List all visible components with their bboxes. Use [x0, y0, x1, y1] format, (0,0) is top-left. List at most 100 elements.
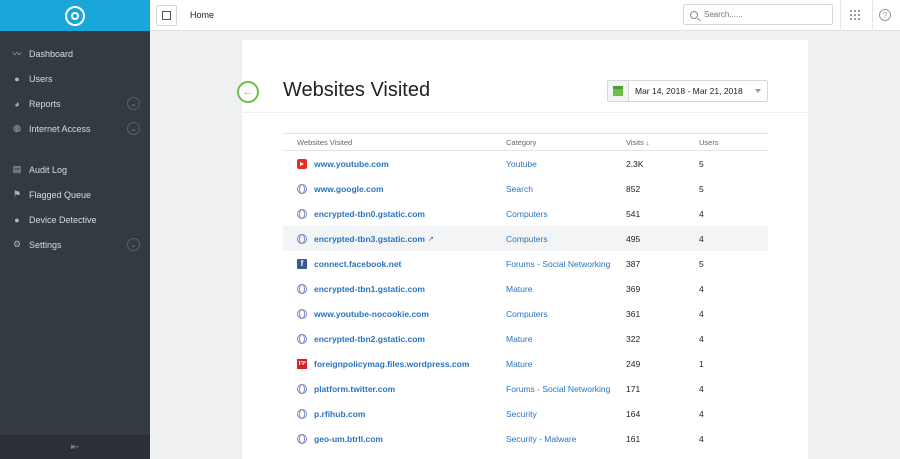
category-link[interactable]: Computers: [506, 209, 548, 219]
category-link[interactable]: Mature: [506, 359, 532, 369]
category-link[interactable]: Youtube: [506, 159, 537, 169]
site-link[interactable]: www.youtube.com: [314, 159, 389, 169]
table-row[interactable]: www.google.com Search 852 5: [283, 176, 768, 201]
websites-table: Websites Visited Category Visits ↓ Users…: [283, 133, 768, 451]
logo-icon[interactable]: [65, 5, 85, 26]
table-row[interactable]: p.rfihub.com Security 164 4: [283, 401, 768, 426]
caret-down-icon: [755, 89, 761, 93]
site-link[interactable]: connect.facebook.net: [314, 259, 401, 269]
help-icon[interactable]: ?: [879, 9, 891, 21]
collapse-sidebar-button[interactable]: ⇤: [0, 435, 150, 459]
site-link[interactable]: foreignpolicymag.files.wordpress.com: [314, 359, 469, 369]
table-header: Websites Visited Category Visits ↓ Users: [283, 133, 768, 151]
sidebar-item-label: Dashboard: [29, 48, 74, 59]
copy-button[interactable]: [156, 5, 177, 26]
page-title: Websites Visited: [283, 79, 431, 101]
site-link[interactable]: encrypted-tbn1.gstatic.com: [314, 284, 425, 294]
sidebar-item-dashboard[interactable]: 〰 Dashboard: [0, 41, 150, 66]
sidebar-item-settings[interactable]: ⚙ Settings ⌄: [0, 232, 150, 257]
users-value: 5: [699, 158, 704, 169]
sidebar-item-device-detective[interactable]: ● Device Detective: [0, 207, 150, 232]
sidebar-item-internet-access[interactable]: ◍ Internet Access ⌄: [0, 116, 150, 141]
category-link[interactable]: Computers: [506, 309, 548, 319]
table-row[interactable]: f connect.facebook.net Forums - Social Ne…: [283, 251, 768, 276]
external-link-icon[interactable]: ↗: [428, 235, 434, 243]
sidebar-item-label: Audit Log: [29, 164, 68, 175]
category-link[interactable]: Search: [506, 184, 533, 194]
users-value: 4: [699, 208, 704, 219]
sidebar-item-users[interactable]: ● Users: [0, 66, 150, 91]
globe-icon: [297, 283, 307, 294]
column-header-category[interactable]: Category: [506, 138, 626, 147]
users-value: 4: [699, 283, 704, 294]
table-row[interactable]: encrypted-tbn3.gstatic.com ↗ Computers 49…: [283, 226, 768, 251]
visits-value: 495: [626, 233, 641, 244]
globe-icon: [297, 308, 307, 319]
visits-value: 387: [626, 258, 641, 269]
date-range-picker[interactable]: Mar 14, 2018 - Mar 21, 2018: [607, 80, 768, 102]
category-link[interactable]: Computers: [506, 234, 548, 244]
globe-icon: [297, 433, 307, 444]
table-row[interactable]: platform.twitter.com Forums - Social Net…: [283, 376, 768, 401]
sidebar-item-reports[interactable]: ◕ Reports ⌄: [0, 91, 150, 116]
site-link[interactable]: www.youtube-nocookie.com: [314, 309, 429, 319]
chevron-down-icon[interactable]: ⌄: [127, 122, 140, 135]
visits-value: 852: [626, 183, 641, 194]
category-link[interactable]: Forums - Social Networking: [506, 259, 610, 269]
site-link[interactable]: encrypted-tbn3.gstatic.com: [314, 234, 425, 244]
sidebar-item-audit-log[interactable]: ▤ Audit Log: [0, 157, 150, 182]
site-link[interactable]: geo-um.btrll.com: [314, 434, 383, 444]
globe-icon: ◍: [13, 123, 21, 133]
back-button[interactable]: ←: [237, 81, 259, 103]
column-header-visits[interactable]: Visits ↓: [626, 138, 699, 147]
sidebar-item-label: Flagged Queue: [29, 189, 92, 200]
fp-icon: FP: [297, 358, 307, 369]
category-link[interactable]: Forums - Social Networking: [506, 384, 610, 394]
search-box[interactable]: [683, 4, 833, 25]
globe-icon: [297, 333, 307, 344]
sidebar: 〰 Dashboard ● Users ◕ Reports ⌄ ◍ Intern…: [0, 0, 150, 459]
category-link[interactable]: Mature: [506, 284, 532, 294]
globe-icon: [297, 183, 307, 194]
table-row[interactable]: geo-um.btrll.com Security - Malware 161 …: [283, 426, 768, 451]
site-link[interactable]: encrypted-tbn2.gstatic.com: [314, 334, 425, 344]
breadcrumb[interactable]: Home: [190, 10, 214, 20]
users-value: 4: [699, 233, 704, 244]
category-link[interactable]: Security: [506, 409, 537, 419]
category-link[interactable]: Security - Malware: [506, 434, 576, 444]
chart-line-icon: 〰: [12, 49, 22, 59]
sidebar-item-flagged-queue[interactable]: ⚑ Flagged Queue: [0, 182, 150, 207]
table-row[interactable]: FP foreignpolicymag.files.wordpress.com M…: [283, 351, 768, 376]
chevron-down-icon[interactable]: ⌄: [127, 97, 140, 110]
visits-value: 171: [626, 383, 641, 394]
table-row[interactable]: www.youtube.com Youtube 2.3K 5: [283, 151, 768, 176]
search-input[interactable]: [704, 10, 824, 19]
column-header-site[interactable]: Websites Visited: [283, 138, 506, 147]
apps-grid-icon[interactable]: [850, 10, 860, 20]
flag-icon: ⚑: [12, 189, 22, 199]
site-link[interactable]: platform.twitter.com: [314, 384, 395, 394]
globe-icon: [297, 408, 307, 419]
sidebar-item-label: Internet Access: [29, 123, 91, 134]
table-row[interactable]: encrypted-tbn1.gstatic.com Mature 369 4: [283, 276, 768, 301]
table-row[interactable]: encrypted-tbn2.gstatic.com Mature 322 4: [283, 326, 768, 351]
sidebar-item-label: Device Detective: [29, 214, 97, 225]
main-card: ← Websites Visited Mar 14, 2018 - Mar 21…: [237, 40, 808, 459]
visits-value: 249: [626, 358, 641, 369]
category-link[interactable]: Mature: [506, 334, 532, 344]
facebook-icon: f: [297, 258, 307, 269]
site-link[interactable]: www.google.com: [314, 184, 384, 194]
table-row[interactable]: www.youtube-nocookie.com Computers 361 4: [283, 301, 768, 326]
pie-chart-icon: ◕: [14, 98, 20, 109]
site-link[interactable]: encrypted-tbn0.gstatic.com: [314, 209, 425, 219]
topbar: Home ?: [150, 0, 900, 31]
collapse-icon: ⇤: [70, 441, 80, 453]
site-link[interactable]: p.rfihub.com: [314, 409, 365, 419]
globe-icon: [297, 383, 307, 394]
visits-value: 369: [626, 283, 641, 294]
search-icon: [690, 10, 698, 19]
column-header-users[interactable]: Users: [699, 138, 759, 147]
calendar-icon: [608, 81, 629, 101]
table-row[interactable]: encrypted-tbn0.gstatic.com Computers 541…: [283, 201, 768, 226]
chevron-down-icon[interactable]: ⌄: [127, 238, 140, 251]
